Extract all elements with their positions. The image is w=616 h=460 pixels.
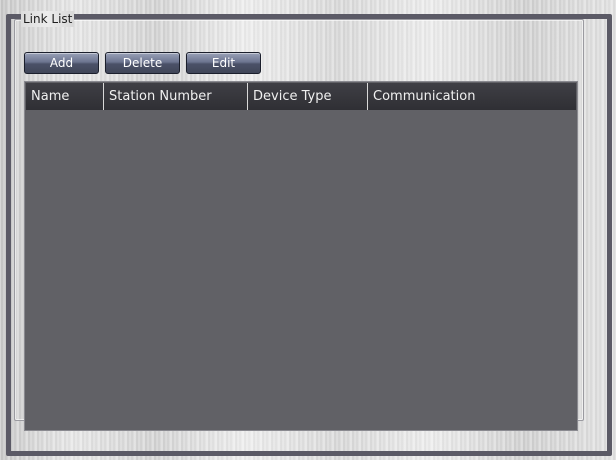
column-header-name[interactable]: Name (26, 83, 104, 110)
edit-button[interactable]: Edit (186, 52, 261, 74)
column-header-station-number[interactable]: Station Number (104, 83, 248, 110)
column-header-communication[interactable]: Communication (368, 83, 576, 110)
groupbox-title: Link List (21, 11, 75, 27)
delete-button[interactable]: Delete (105, 52, 180, 74)
table-body[interactable] (26, 110, 576, 429)
link-table[interactable]: Name Station Number Device Type Communic… (24, 81, 578, 431)
table-header: Name Station Number Device Type Communic… (26, 83, 576, 110)
add-button[interactable]: Add (24, 52, 99, 74)
column-header-device-type[interactable]: Device Type (248, 83, 368, 110)
link-list-groupbox: Link List Add Delete Edit Name Station N… (14, 11, 584, 431)
